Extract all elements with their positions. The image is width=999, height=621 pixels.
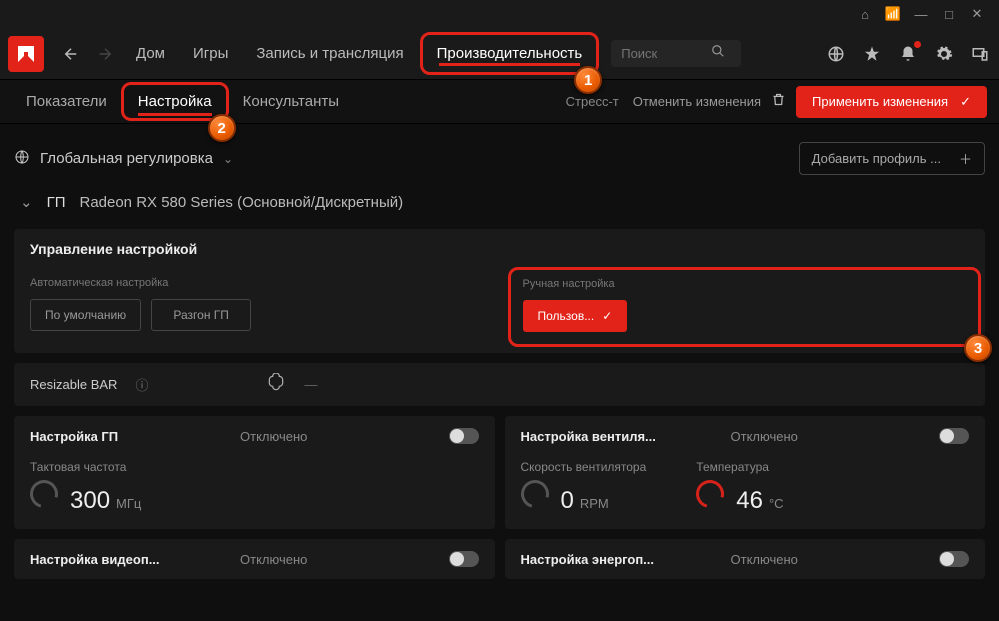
rbar-label: Resizable BAR <box>30 377 117 392</box>
underline <box>439 63 581 66</box>
power-tuning-card: Настройка энергоп... Отключено <box>505 539 986 579</box>
body: Глобальная регулировка ⌄ Добавить профил… <box>0 124 999 621</box>
clock-unit: МГц <box>116 496 141 511</box>
vram-tuning-card: Настройка видеоп... Отключено <box>14 539 495 579</box>
gpu-tuning-toggle[interactable] <box>449 428 479 444</box>
clock-value: 300 <box>70 487 110 515</box>
card-status: Отключено <box>240 429 449 444</box>
minimize-icon[interactable]: — <box>907 0 935 28</box>
card-title: Настройка энергоп... <box>521 552 731 567</box>
resizable-bar-row: Resizable BAR ⓘ — <box>14 363 985 406</box>
vram-tuning-toggle[interactable] <box>449 551 479 567</box>
fan-tuning-card: Настройка вентиля... Отключено Скорость … <box>505 416 986 529</box>
search-box[interactable] <box>611 40 741 67</box>
plus-icon: ＋ <box>959 149 972 168</box>
check-icon: ✓ <box>960 94 971 110</box>
nav-record[interactable]: Запись и трансляция <box>244 37 415 70</box>
bug-icon[interactable]: ⌂ <box>851 0 879 28</box>
globe-small-icon <box>14 149 30 169</box>
nav-performance-highlight: Производительность 1 <box>420 32 600 75</box>
nav-games[interactable]: Игры <box>181 37 240 70</box>
preset-default-button[interactable]: По умолчанию <box>30 299 141 331</box>
trash-icon[interactable] <box>771 92 786 112</box>
underline <box>138 113 212 116</box>
gpu-header[interactable]: ⌄ ГП Radeon RX 580 Series (Основной/Диск… <box>20 193 979 211</box>
topnav: Дом Игры Запись и трансляция Производите… <box>0 28 999 80</box>
apply-changes-button[interactable]: Применить изменения ✓ <box>796 86 987 118</box>
card-title: Настройка видеоп... <box>30 552 240 567</box>
cancel-changes[interactable]: Отменить изменения <box>633 94 761 109</box>
manual-tuning-label: Ручная настройка <box>523 278 967 290</box>
search-input[interactable] <box>621 46 711 61</box>
fan-tuning-toggle[interactable] <box>939 428 969 444</box>
sub-tuning-highlight: Настройка 2 <box>121 82 229 121</box>
global-tuning-dropdown[interactable]: Глобальная регулировка ⌄ <box>14 149 233 169</box>
gpu-name: Radeon RX 580 Series (Основной/Дискретны… <box>79 194 403 211</box>
manual-tuning-highlight: Ручная настройка Пользов... ✓ 3 <box>508 267 982 347</box>
nav-home[interactable]: Дом <box>124 37 177 70</box>
auto-tuning-label: Автоматическая настройка <box>30 277 480 289</box>
fan-speed-label: Скорость вентилятора <box>521 460 647 474</box>
chevron-down-icon: ⌄ <box>223 152 233 166</box>
tuning-header: Управление настройкой <box>14 229 985 269</box>
gauge-temp-icon <box>691 475 729 513</box>
card-status: Отключено <box>731 429 940 444</box>
back-arrow-icon[interactable] <box>56 39 86 69</box>
sub-tuning[interactable]: Настройка <box>124 85 226 118</box>
power-tuning-toggle[interactable] <box>939 551 969 567</box>
gpu-tuning-card: Настройка ГП Отключено Тактовая частота … <box>14 416 495 529</box>
chevron-down-icon: ⌄ <box>20 193 33 211</box>
card-status: Отключено <box>240 552 449 567</box>
star-icon[interactable] <box>861 43 883 65</box>
callout-badge-3: 3 <box>964 334 992 362</box>
device-icon[interactable] <box>969 43 991 65</box>
tuning-control-panel: Управление настройкой Автоматическая нас… <box>14 229 985 353</box>
card-status: Отключено <box>731 552 940 567</box>
subnav: Показатели Настройка 2 Консультанты Стре… <box>0 80 999 124</box>
bell-icon[interactable] <box>897 43 919 65</box>
preset-custom-button[interactable]: Пользов... ✓ <box>523 300 628 332</box>
check-icon: ✓ <box>602 309 612 323</box>
gauge-icon <box>515 475 553 513</box>
sub-metrics[interactable]: Показатели <box>12 85 121 118</box>
titlebar: ⌂ 📶 — □ ✕ <box>0 0 999 28</box>
temp-value: 46 <box>736 487 763 515</box>
gear-icon[interactable] <box>933 43 955 65</box>
gauge-icon <box>25 475 63 513</box>
card-title: Настройка ГП <box>30 429 240 444</box>
gpu-label: ГП <box>47 194 66 211</box>
callout-badge-2: 2 <box>208 114 236 142</box>
preset-oc-button[interactable]: Разгон ГП <box>151 299 251 331</box>
help-icon[interactable]: ⓘ <box>135 375 148 394</box>
fan-speed-value: 0 <box>561 487 574 515</box>
temp-label: Температура <box>696 460 783 474</box>
sub-advisors[interactable]: Консультанты <box>229 85 353 118</box>
search-icon[interactable] <box>711 44 725 63</box>
card-title: Настройка вентиля... <box>521 429 731 444</box>
fan-speed-unit: RPM <box>580 496 609 511</box>
rbar-value: — <box>304 377 317 392</box>
temp-unit: °C <box>769 496 784 511</box>
amd-logo[interactable] <box>8 36 44 72</box>
maximize-icon[interactable]: □ <box>935 0 963 28</box>
forward-arrow-icon <box>90 39 120 69</box>
antenna-icon[interactable]: 📶 <box>879 0 907 28</box>
clock-label: Тактовая частота <box>30 460 141 474</box>
brain-icon[interactable] <box>266 373 286 396</box>
close-icon[interactable]: ✕ <box>963 0 991 28</box>
globe-icon[interactable] <box>825 43 847 65</box>
add-profile-button[interactable]: Добавить профиль ... ＋ <box>799 142 985 175</box>
